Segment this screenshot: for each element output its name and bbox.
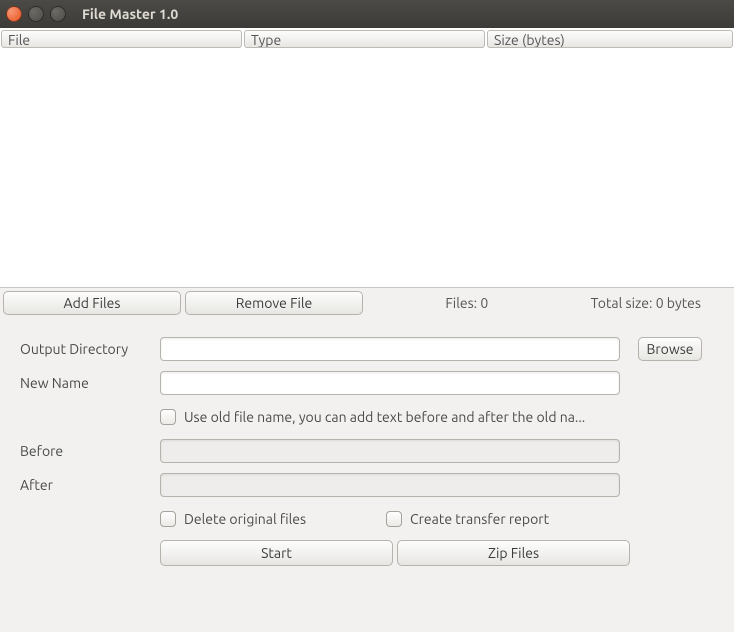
close-icon[interactable] — [6, 6, 22, 22]
total-size-value: 0 bytes — [656, 295, 701, 311]
output-directory-input[interactable] — [160, 337, 620, 361]
create-report-label: Create transfer report — [410, 511, 549, 527]
delete-original-checkbox[interactable]: Delete original files — [160, 511, 306, 527]
before-label: Before — [20, 443, 160, 459]
toolbar: Add Files Remove File Files: 0 Total siz… — [0, 288, 734, 318]
column-header-type[interactable]: Type — [244, 30, 485, 48]
checkbox-icon — [386, 511, 402, 527]
total-size: Total size: 0 bytes — [571, 295, 731, 311]
delete-original-label: Delete original files — [184, 511, 306, 527]
files-label: Files: — [445, 295, 477, 311]
use-old-name-checkbox[interactable]: Use old file name, you can add text befo… — [160, 409, 585, 425]
browse-button[interactable]: Browse — [638, 337, 702, 361]
column-header-file[interactable]: File — [1, 30, 242, 48]
table-header: File Type Size (bytes) — [0, 28, 734, 50]
remove-file-button[interactable]: Remove File — [185, 291, 363, 315]
minimize-icon[interactable] — [28, 6, 44, 22]
files-count: Files: 0 — [425, 295, 508, 311]
use-old-name-label: Use old file name, you can add text befo… — [184, 409, 585, 425]
add-files-button[interactable]: Add Files — [3, 291, 181, 315]
maximize-icon[interactable] — [50, 6, 66, 22]
start-button[interactable]: Start — [160, 540, 393, 566]
client-area: File Type Size (bytes) Add Files Remove … — [0, 28, 734, 632]
before-input — [160, 439, 620, 463]
checkbox-icon — [160, 511, 176, 527]
after-label: After — [20, 477, 160, 493]
column-header-size[interactable]: Size (bytes) — [487, 30, 733, 48]
checkbox-icon — [160, 409, 176, 425]
files-count-value: 0 — [480, 295, 488, 311]
new-name-input[interactable] — [160, 371, 620, 395]
after-input — [160, 473, 620, 497]
form-area: Output Directory Browse New Name Use old… — [0, 318, 734, 584]
file-table: File Type Size (bytes) — [0, 28, 734, 288]
new-name-label: New Name — [20, 375, 160, 391]
window-title: File Master 1.0 — [82, 6, 178, 22]
zip-files-button[interactable]: Zip Files — [397, 540, 630, 566]
output-directory-label: Output Directory — [20, 341, 160, 357]
titlebar: File Master 1.0 — [0, 0, 734, 28]
create-report-checkbox[interactable]: Create transfer report — [386, 511, 549, 527]
table-body[interactable] — [0, 50, 734, 287]
total-size-label: Total size: — [591, 295, 653, 311]
